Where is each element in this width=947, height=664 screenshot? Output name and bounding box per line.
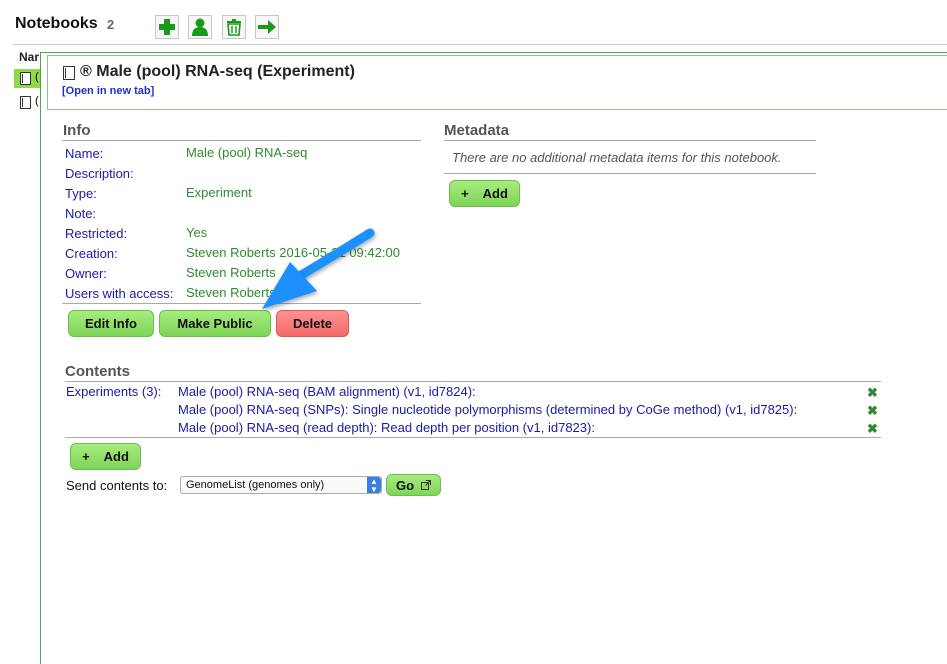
page-title: Notebooks <box>15 15 98 32</box>
field-label-description: Description: <box>65 166 134 181</box>
field-label-users: Users with access: <box>65 286 174 301</box>
info-bottom-rule <box>62 303 421 304</box>
send-contents-select[interactable]: GenomeList (genomes only) ▲ ▼ <box>180 476 382 494</box>
list-item[interactable]: ( <box>14 93 40 112</box>
info-heading: Info <box>63 122 91 139</box>
field-label-creation: Creation: <box>65 246 118 261</box>
delete-button[interactable]: Delete <box>276 310 349 337</box>
send-contents-label: Send contents to: <box>66 478 168 493</box>
go-button[interactable]: Go <box>386 474 441 496</box>
add-metadata-label: Add <box>482 186 508 201</box>
field-label-type: Type: <box>65 186 97 201</box>
experiment-link[interactable]: Male (pool) RNA-seq (BAM alignment) (v1,… <box>178 384 476 399</box>
plus-icon <box>159 19 175 35</box>
metadata-heading: Metadata <box>444 122 510 139</box>
contents-bottom-rule <box>65 437 881 438</box>
remove-item-icon[interactable]: ✖ <box>867 404 879 417</box>
plus-icon: + <box>461 186 469 201</box>
plus-icon: + <box>82 449 90 464</box>
contents-heading: Contents <box>65 363 130 380</box>
experiment-link[interactable]: Male (pool) RNA-seq (SNPs): Single nucle… <box>178 402 797 417</box>
remove-item-icon[interactable]: ✖ <box>867 422 879 435</box>
panel-title: ® Male (pool) RNA-seq (Experiment) <box>80 63 355 80</box>
field-value-type: Experiment <box>186 185 252 200</box>
chevron-updown-icon: ▲ ▼ <box>367 477 381 493</box>
notebook-detail-panel <box>40 52 947 664</box>
edit-info-button[interactable]: Edit Info <box>68 310 154 337</box>
external-link-icon <box>421 480 432 490</box>
trash-icon <box>227 19 241 36</box>
notebook-count: 2 <box>107 17 115 32</box>
user-icon <box>192 18 208 36</box>
experiment-link[interactable]: Male (pool) RNA-seq (read depth): Read d… <box>178 420 595 435</box>
add-notebook-button[interactable] <box>155 15 179 39</box>
add-contents-button[interactable]: + Add <box>70 443 141 470</box>
contents-rule <box>65 381 881 382</box>
field-value-restricted: Yes <box>186 225 208 240</box>
field-value-name: Male (pool) RNA-seq <box>186 145 308 160</box>
info-rule <box>62 140 421 141</box>
add-contents-label: Add <box>103 449 129 464</box>
field-value-users: Steven Roberts <box>186 285 276 300</box>
open-in-new-tab-link[interactable]: [Open in new tab] <box>62 85 154 97</box>
arrow-right-icon <box>258 20 276 34</box>
move-notebook-button[interactable] <box>255 15 279 39</box>
field-value-creation: Steven Roberts 2016-05-31 09:42:00 <box>186 245 400 260</box>
delete-notebook-button[interactable] <box>222 15 246 39</box>
list-item-selected[interactable]: ( <box>14 69 40 88</box>
experiments-group-label: Experiments (3): <box>66 384 162 399</box>
list-item-label: ( <box>35 71 39 83</box>
go-label: Go <box>395 477 415 493</box>
remove-item-icon[interactable]: ✖ <box>867 386 879 399</box>
field-value-owner: Steven Roberts <box>186 265 276 280</box>
field-label-name: Name: <box>65 146 104 161</box>
share-notebook-button[interactable] <box>188 15 212 39</box>
add-metadata-button[interactable]: + Add <box>449 180 520 207</box>
field-label-owner: Owner: <box>65 266 107 281</box>
list-column-header: Nar <box>19 50 40 64</box>
send-contents-selected: GenomeList (genomes only) <box>186 479 325 491</box>
metadata-empty-message: There are no additional metadata items f… <box>452 150 782 165</box>
make-public-button[interactable]: Make Public <box>159 310 271 337</box>
notebook-icon <box>20 72 31 85</box>
field-label-restricted: Restricted: <box>65 226 128 241</box>
notebook-icon <box>63 66 75 80</box>
field-label-note: Note: <box>65 206 97 221</box>
metadata-rule <box>444 140 816 141</box>
header-divider <box>13 44 947 45</box>
notebook-icon <box>20 96 31 109</box>
list-item-label: ( <box>35 95 39 107</box>
metadata-bottom-rule <box>444 173 816 174</box>
